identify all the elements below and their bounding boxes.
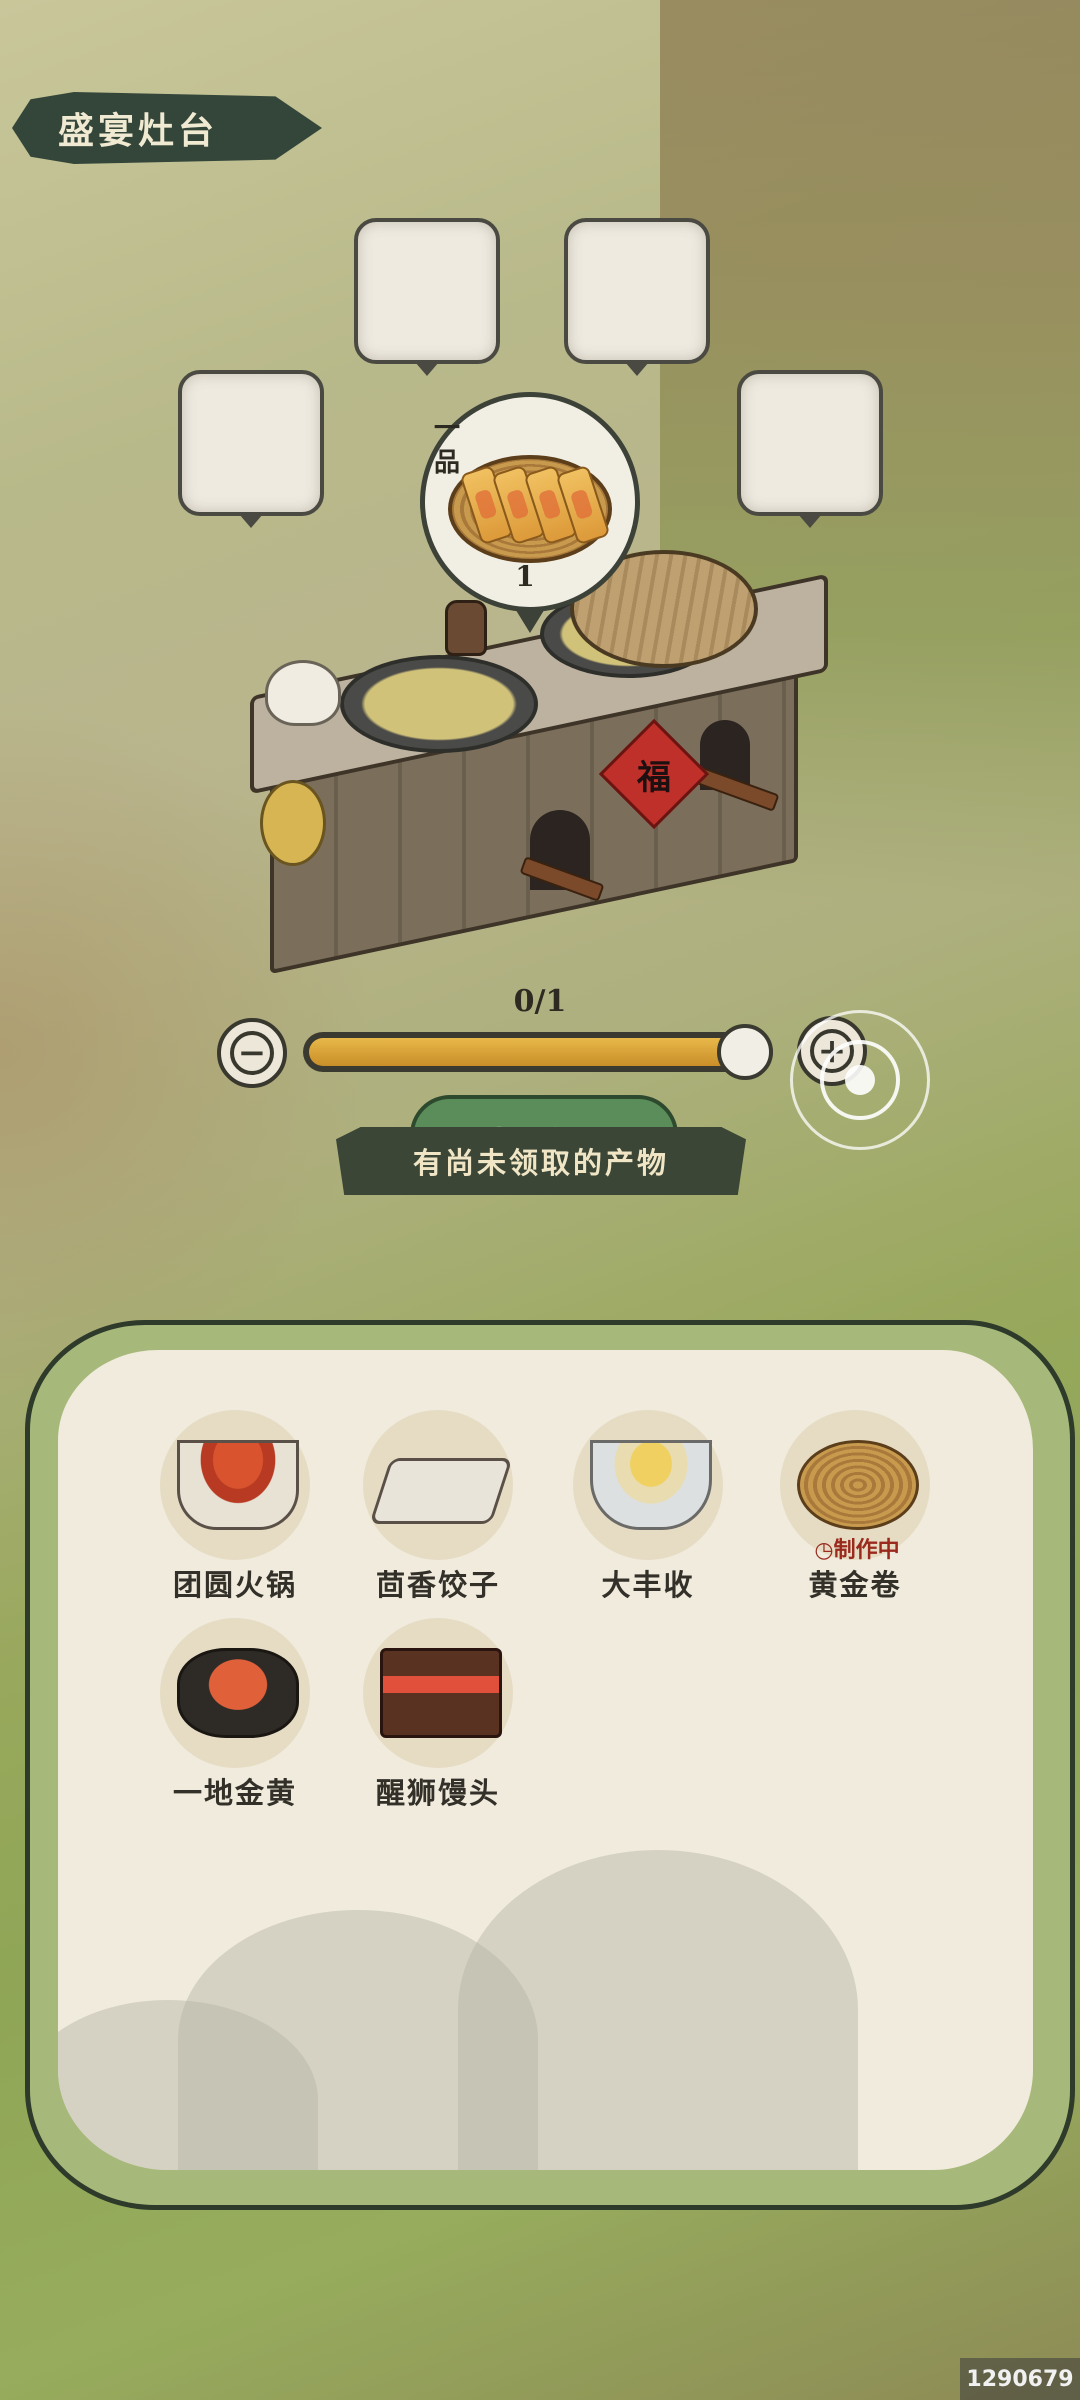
ingredient-slot-3[interactable] <box>564 218 710 376</box>
wok-icon <box>340 655 538 753</box>
toast-message: 有尚未领取的产物 <box>336 1127 746 1195</box>
dumpling-icon <box>369 1458 513 1524</box>
making-status: ◷制作中 <box>797 1532 917 1564</box>
recipe-item-dumpling[interactable]: 茴香饺子 <box>358 1410 528 1610</box>
quantity-slider-fill <box>309 1038 767 1066</box>
making-status-text: 制作中 <box>833 1537 900 1563</box>
dish-grade: 一品 <box>433 414 460 478</box>
recipe-name: 黄金卷 <box>808 1568 902 1602</box>
hotpot-icon <box>177 1440 299 1530</box>
fu-charm-text: 福 <box>637 757 671 798</box>
golden-roll-icon <box>797 1440 919 1530</box>
mountain-decoration <box>458 1850 858 2170</box>
recipe-name: 大丰收 <box>601 1568 695 1602</box>
page-title: 盛宴灶台 <box>58 110 219 152</box>
output-count: 1 <box>515 560 535 593</box>
recipe-name: 团圆火锅 <box>172 1568 297 1602</box>
recipe-name: 一地金黄 <box>172 1776 297 1810</box>
bowls-icon <box>265 660 341 726</box>
recipe-item-lion-bun[interactable]: 醒狮馒头 <box>358 1618 528 1818</box>
recipe-name: 醒狮馒头 <box>375 1776 500 1810</box>
page-title-banner: 盛宴灶台 <box>12 92 322 164</box>
recipe-item-golden-roll[interactable]: ◷制作中 黄金卷 <box>775 1410 945 1610</box>
quantity-slider[interactable] <box>303 1032 773 1072</box>
recipe-item-harvest[interactable]: 大丰收 <box>568 1410 738 1610</box>
gourd-icon <box>260 780 326 866</box>
watermark-id: 1290679 <box>960 2358 1080 2400</box>
minus-icon: − <box>230 1031 274 1075</box>
golden-stew-icon <box>177 1648 299 1738</box>
recipe-item-hotpot[interactable]: 团圆火锅 <box>155 1410 325 1610</box>
ingredient-slot-2[interactable] <box>354 218 500 376</box>
lion-bun-icon <box>380 1648 502 1738</box>
tap-ripple <box>845 1065 875 1095</box>
harvest-icon <box>590 1440 712 1530</box>
quantity-slider-handle[interactable] <box>717 1024 773 1080</box>
quantity-counter: 0/1 <box>513 984 567 1019</box>
decrease-button[interactable]: − <box>217 1018 287 1088</box>
recipe-name: 茴香饺子 <box>375 1568 500 1602</box>
clock-icon: ◷ <box>814 1537 834 1563</box>
jar-icon <box>445 600 487 656</box>
recipe-item-golden-stew[interactable]: 一地金黄 <box>155 1618 325 1818</box>
